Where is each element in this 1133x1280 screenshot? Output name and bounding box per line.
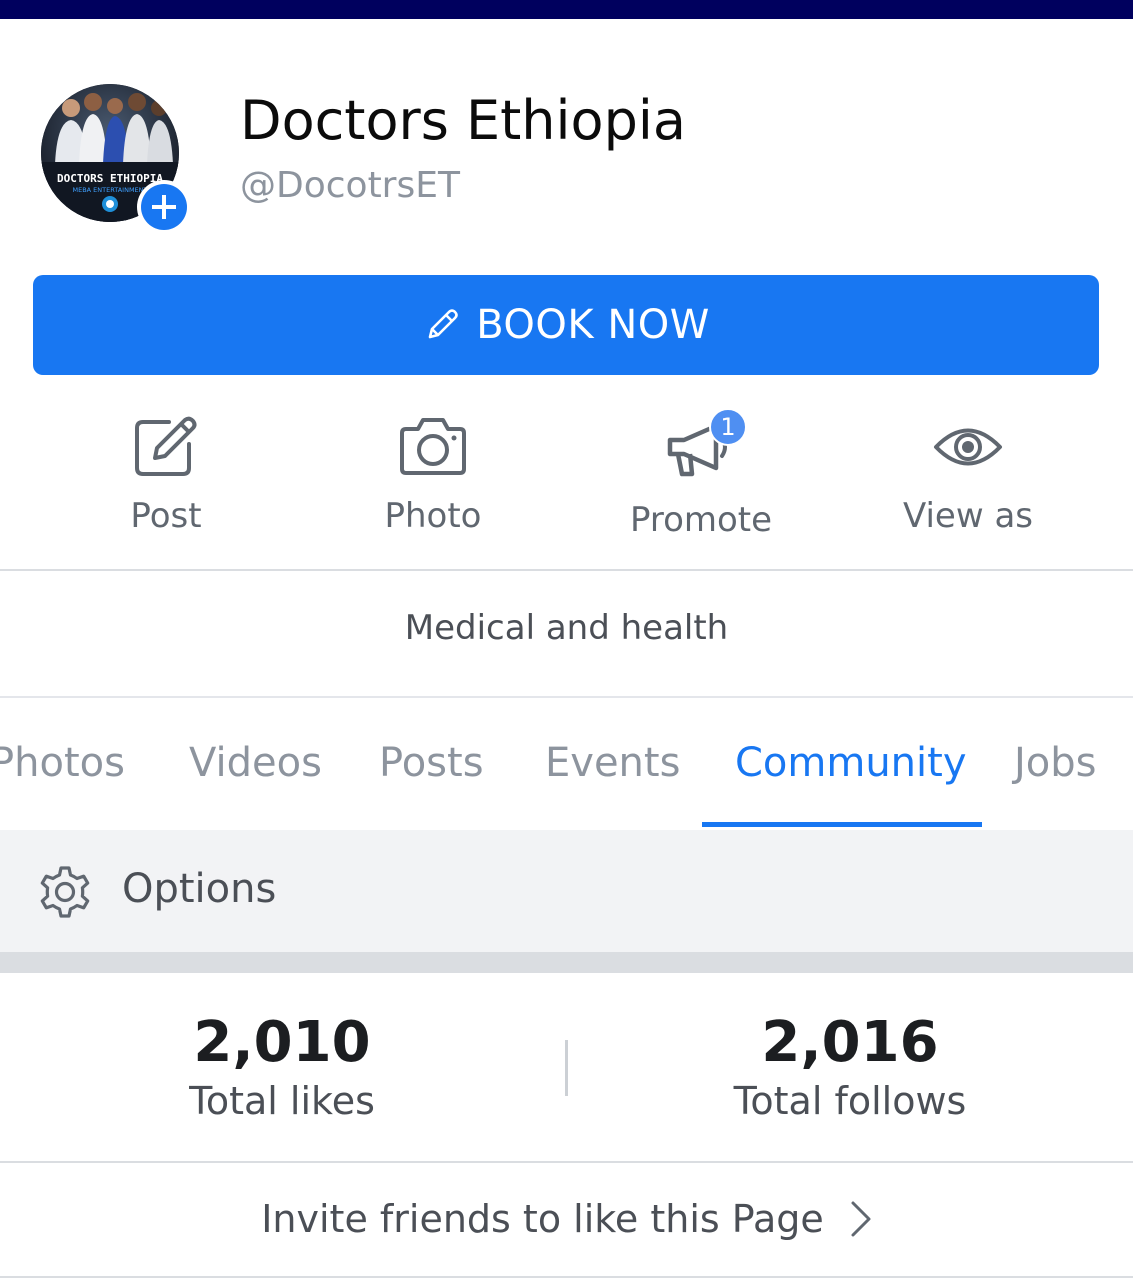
options-row[interactable]: Options xyxy=(0,830,1133,952)
action-view-as[interactable]: View as xyxy=(868,400,1068,565)
tab-jobs[interactable]: Jobs xyxy=(1014,740,1097,786)
book-now-button[interactable]: BOOK NOW xyxy=(33,275,1099,375)
page-tabs: Photos Videos Posts Events Community Job… xyxy=(0,698,1133,830)
total-follows-stat[interactable]: 2,016 Total follows xyxy=(650,1008,1050,1124)
chevron-right-icon xyxy=(851,1201,871,1237)
eye-icon xyxy=(934,428,1002,466)
divider xyxy=(0,569,1133,571)
tab-videos[interactable]: Videos xyxy=(189,740,322,786)
profile-avatar-container: DOCTORS ETHIOPIA MEBA ENTERTAINMENT xyxy=(41,84,191,234)
active-tab-indicator xyxy=(702,822,982,827)
total-likes-value: 2,010 xyxy=(193,1010,371,1075)
promote-notification-badge: 1 xyxy=(709,408,747,446)
action-post-label: Post xyxy=(130,496,202,536)
tab-posts[interactable]: Posts xyxy=(379,740,484,786)
action-post[interactable]: Post xyxy=(66,400,266,565)
plus-icon xyxy=(141,184,187,230)
tab-events[interactable]: Events xyxy=(545,740,680,786)
total-likes-stat[interactable]: 2,010 Total likes xyxy=(82,1008,482,1124)
page-title: Doctors Ethiopia xyxy=(240,89,686,152)
total-likes-label: Total likes xyxy=(189,1079,375,1123)
total-follows-value: 2,016 xyxy=(761,1010,939,1075)
section-separator xyxy=(0,952,1133,973)
page-category[interactable]: Medical and health xyxy=(0,608,1133,648)
action-promote-label: Promote xyxy=(629,500,773,540)
action-promote[interactable]: Promote xyxy=(601,400,801,565)
stat-divider xyxy=(565,1040,568,1096)
invite-friends-label: Invite friends to like this Page xyxy=(261,1197,824,1241)
page-actions: Post Photo Promote View as xyxy=(0,400,1133,565)
options-label: Options xyxy=(122,866,277,912)
gear-icon xyxy=(40,866,90,918)
status-bar xyxy=(0,0,1133,19)
action-view-as-label: View as xyxy=(902,496,1034,536)
action-photo-label: Photo xyxy=(384,496,482,536)
avatar-logo-subtext: MEBA ENTERTAINMENT xyxy=(72,186,147,194)
camera-icon xyxy=(400,418,466,475)
book-now-label: BOOK NOW xyxy=(476,302,710,348)
invite-friends-button[interactable]: Invite friends to like this Page xyxy=(0,1163,1133,1275)
avatar-logo-text: DOCTORS ETHIOPIA xyxy=(57,172,163,185)
pencil-icon xyxy=(428,309,458,339)
add-photo-button[interactable] xyxy=(137,180,191,234)
action-photo[interactable]: Photo xyxy=(333,400,533,565)
compose-icon xyxy=(135,416,197,476)
total-follows-label: Total follows xyxy=(733,1079,967,1123)
tab-photos[interactable]: Photos xyxy=(0,740,125,786)
tab-community[interactable]: Community xyxy=(735,740,967,786)
page-handle: @DocotrsET xyxy=(240,165,460,206)
divider xyxy=(0,1276,1133,1278)
